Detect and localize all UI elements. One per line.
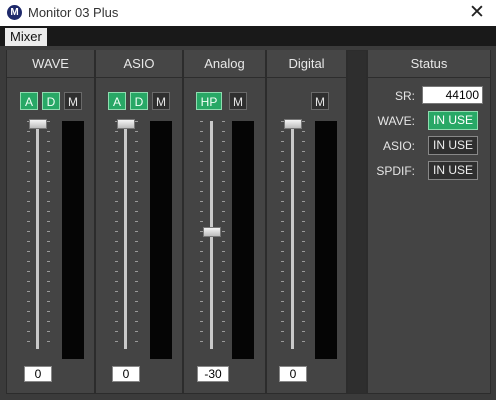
channel-name-asio: ASIO bbox=[96, 50, 182, 78]
wave-d-button[interactable]: D bbox=[42, 92, 60, 110]
asio-level-meter bbox=[150, 121, 172, 359]
asio-mute-button[interactable]: M bbox=[152, 92, 170, 110]
digital-fader-scale bbox=[302, 121, 305, 347]
wave-fader-scale bbox=[27, 121, 30, 347]
sample-rate-field[interactable]: 44100 bbox=[422, 86, 483, 104]
divider bbox=[347, 50, 367, 394]
wave-fader-scale bbox=[47, 121, 50, 347]
digital-fader-handle[interactable] bbox=[284, 119, 302, 129]
channel-name-analog: Analog bbox=[184, 50, 265, 78]
asio-fader-handle[interactable] bbox=[117, 119, 135, 129]
digital-fader-track[interactable] bbox=[291, 121, 294, 349]
wave-value-field[interactable]: 0 bbox=[24, 366, 52, 382]
analog-fader-handle[interactable] bbox=[203, 227, 221, 237]
digital-fader-scale bbox=[281, 121, 284, 347]
asio-d-button[interactable]: D bbox=[130, 92, 148, 110]
wave-fader-track[interactable] bbox=[36, 121, 39, 349]
wave-status-badge: IN USE bbox=[428, 111, 478, 130]
analog-mute-button[interactable]: M bbox=[229, 92, 247, 110]
asio-status-label: ASIO: bbox=[382, 139, 415, 153]
channel-name-digital: Digital bbox=[267, 50, 346, 78]
digital-value-field[interactable]: 0 bbox=[279, 366, 307, 382]
status-title: Status bbox=[368, 50, 490, 78]
channel-name-wave: WAVE bbox=[7, 50, 94, 78]
digital-level-meter bbox=[315, 121, 337, 359]
analog-fader-scale bbox=[222, 121, 225, 347]
wave-level-meter bbox=[62, 121, 84, 359]
analog-level-meter bbox=[232, 121, 254, 359]
tab-mixer[interactable]: Mixer bbox=[5, 28, 47, 46]
asio-value-field[interactable]: 0 bbox=[112, 366, 140, 382]
sr-label: SR: bbox=[394, 89, 415, 103]
asio-fader-scale bbox=[115, 121, 118, 347]
wave-status-label: WAVE: bbox=[377, 114, 415, 128]
app-logo-icon: M bbox=[7, 5, 22, 20]
analog-hp-button[interactable]: HP bbox=[196, 92, 222, 110]
close-icon[interactable]: ✕ bbox=[458, 0, 496, 26]
analog-value-field[interactable]: -30 bbox=[197, 366, 229, 382]
menu-bar: Mixer bbox=[0, 26, 496, 46]
title-bar: M Monitor 03 Plus ✕ bbox=[0, 0, 496, 26]
asio-status-badge: IN USE bbox=[428, 136, 478, 155]
digital-mute-button[interactable]: M bbox=[311, 92, 329, 110]
wave-mute-button[interactable]: M bbox=[64, 92, 82, 110]
asio-a-button[interactable]: A bbox=[108, 92, 126, 110]
asio-fader-track[interactable] bbox=[124, 121, 127, 349]
spdif-status-badge: IN USE bbox=[428, 161, 478, 180]
wave-fader-handle[interactable] bbox=[29, 119, 47, 129]
asio-fader-scale bbox=[135, 121, 138, 347]
window-title: Monitor 03 Plus bbox=[28, 5, 119, 20]
spdif-status-label: SPDIF: bbox=[376, 164, 415, 178]
wave-a-button[interactable]: A bbox=[20, 92, 38, 110]
